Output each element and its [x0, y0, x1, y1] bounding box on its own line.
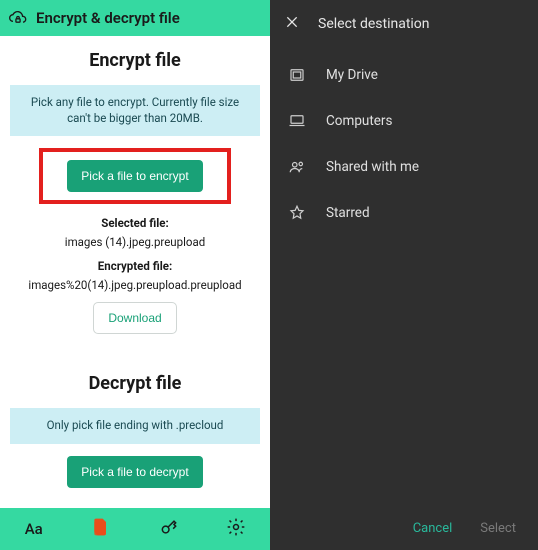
nav-settings[interactable] — [224, 517, 248, 541]
app-header: Encrypt & decrypt file — [0, 0, 270, 36]
selected-file-label: Selected file: — [101, 216, 168, 230]
selected-file-value: images (14).jpeg.preupload — [65, 235, 205, 249]
encrypt-app-panel: Encrypt & decrypt file Encrypt file Pick… — [0, 0, 270, 550]
dest-item-starred[interactable]: Starred — [270, 190, 538, 236]
destination-list: My Drive Computers Shared with me Starre… — [270, 48, 538, 506]
encrypt-info: Pick any file to encrypt. Currently file… — [10, 85, 260, 136]
dest-item-computers[interactable]: Computers — [270, 98, 538, 144]
destination-header: Select destination — [270, 0, 538, 48]
cancel-button[interactable]: Cancel — [413, 521, 453, 536]
dest-item-my-drive[interactable]: My Drive — [270, 52, 538, 98]
download-button[interactable]: Download — [93, 302, 176, 334]
key-icon — [159, 517, 179, 541]
dest-item-label: Starred — [326, 205, 370, 221]
nav-text-tool[interactable]: Aa — [22, 517, 46, 541]
close-icon[interactable] — [284, 14, 300, 35]
encrypt-section-title: Encrypt file — [89, 50, 181, 71]
main-content: Encrypt file Pick any file to encrypt. C… — [0, 36, 270, 508]
nav-key[interactable] — [157, 517, 181, 541]
app-title: Encrypt & decrypt file — [36, 9, 180, 27]
destination-title: Select destination — [318, 16, 430, 32]
laptop-icon — [288, 112, 306, 130]
encrypted-file-label: Encrypted file: — [98, 259, 172, 273]
decrypt-section-title: Decrypt file — [89, 373, 182, 394]
dest-item-label: Computers — [326, 113, 392, 129]
drive-icon — [288, 66, 306, 84]
people-icon — [288, 158, 306, 176]
files-icon — [91, 517, 111, 541]
destination-picker-panel: Select destination My Drive Computers Sh… — [270, 0, 538, 550]
select-button[interactable]: Select — [480, 521, 516, 536]
decrypt-info: Only pick file ending with .precloud — [10, 408, 260, 444]
bottom-nav: Aa — [0, 508, 270, 550]
gear-icon — [226, 517, 246, 541]
dest-item-label: Shared with me — [326, 159, 419, 175]
cloud-lock-icon — [8, 8, 28, 28]
nav-files[interactable] — [89, 517, 113, 541]
encrypted-file-value: images%20(14).jpeg.preupload.preupload — [28, 278, 241, 292]
pick-decrypt-file-button[interactable]: Pick a file to decrypt — [67, 456, 202, 488]
destination-footer: Cancel Select — [270, 506, 538, 550]
dest-item-shared[interactable]: Shared with me — [270, 144, 538, 190]
highlight-annotation: Pick a file to encrypt — [39, 148, 230, 204]
pick-encrypt-file-button[interactable]: Pick a file to encrypt — [67, 160, 202, 192]
star-icon — [288, 204, 306, 222]
dest-item-label: My Drive — [326, 67, 378, 83]
